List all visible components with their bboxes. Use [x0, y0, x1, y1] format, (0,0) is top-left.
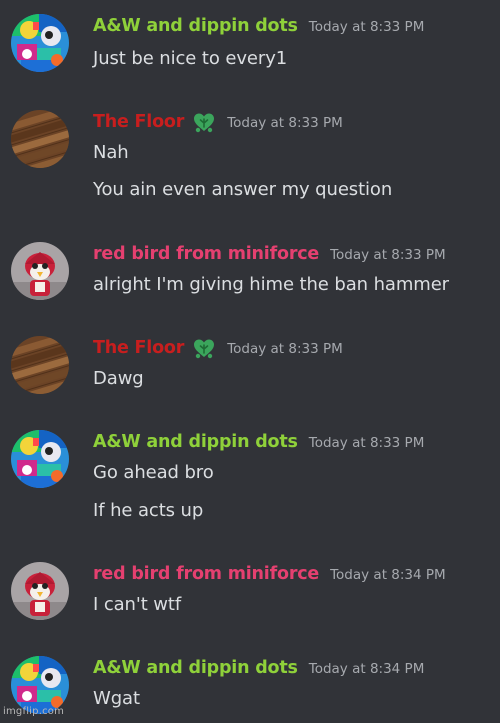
watermark: imgflip.com: [3, 706, 65, 717]
username[interactable]: The Floor: [93, 338, 184, 358]
red-bird-avatar-icon[interactable]: [11, 562, 69, 620]
message-header: red bird from miniforce Today at 8:33 PM: [93, 242, 446, 266]
message-text: Dawg: [93, 368, 144, 389]
timestamp: Today at 8:33 PM: [227, 115, 343, 131]
message-header: The Floor Today at 8:33 PM: [93, 336, 343, 360]
green-leaf-heart-icon: [192, 337, 216, 359]
timestamp: Today at 8:34 PM: [330, 567, 446, 583]
message-text: Go ahead bro: [93, 462, 214, 483]
message-header: A&W and dippin dots Today at 8:33 PM: [93, 14, 424, 38]
message-text: Just be nice to every1: [93, 48, 288, 69]
message-text: Wgat: [93, 688, 140, 709]
message-text: alright I'm giving hime the ban hammer: [93, 274, 449, 295]
red-bird-avatar-icon[interactable]: [11, 242, 69, 300]
username[interactable]: A&W and dippin dots: [93, 432, 298, 452]
message-header: red bird from miniforce Today at 8:34 PM: [93, 562, 446, 586]
username[interactable]: A&W and dippin dots: [93, 16, 298, 36]
message-text: Nah: [93, 142, 129, 163]
wood-floor-avatar-icon[interactable]: [11, 336, 69, 394]
message-header: The Floor Today at 8:33 PM: [93, 110, 343, 134]
message-text: You ain even answer my question: [93, 179, 393, 200]
username[interactable]: red bird from miniforce: [93, 244, 319, 264]
message-header: A&W and dippin dots Today at 8:33 PM: [93, 430, 424, 454]
username[interactable]: A&W and dippin dots: [93, 658, 298, 678]
timestamp: Today at 8:33 PM: [308, 19, 425, 35]
username[interactable]: red bird from miniforce: [93, 564, 319, 584]
wood-floor-avatar-icon[interactable]: [11, 110, 69, 168]
colorful-collage-avatar-icon[interactable]: [11, 430, 69, 488]
timestamp: Today at 8:33 PM: [227, 341, 343, 357]
timestamp: Today at 8:33 PM: [330, 247, 446, 263]
message-header: A&W and dippin dots Today at 8:34 PM: [93, 656, 424, 680]
timestamp: Today at 8:34 PM: [308, 661, 425, 677]
message-text: If he acts up: [93, 500, 204, 521]
username[interactable]: The Floor: [93, 112, 184, 132]
message-text: I can't wtf: [93, 594, 182, 615]
green-leaf-heart-icon: [192, 111, 216, 133]
timestamp: Today at 8:33 PM: [308, 435, 425, 451]
colorful-collage-avatar-icon[interactable]: [11, 14, 69, 72]
